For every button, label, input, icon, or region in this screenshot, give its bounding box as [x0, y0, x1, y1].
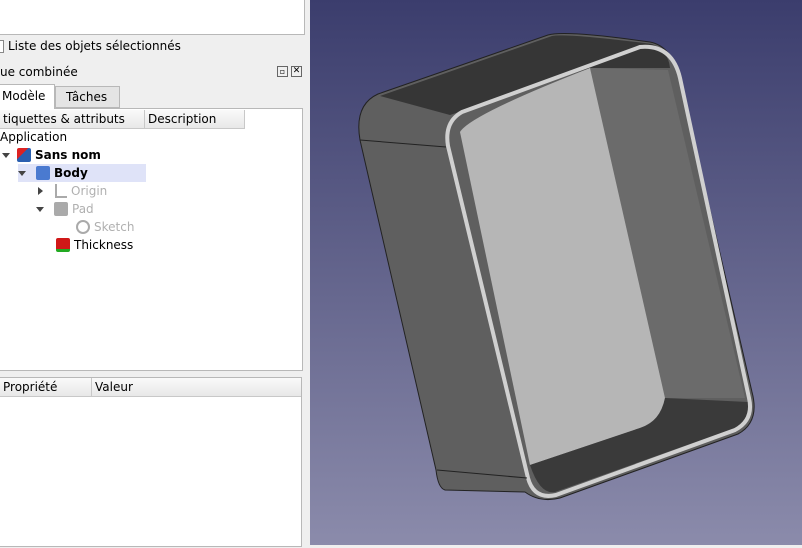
- thickness-icon: [56, 238, 70, 252]
- tree-item-label: Sans nom: [35, 148, 101, 162]
- tree-item-sketch[interactable]: Sketch: [76, 218, 134, 236]
- expand-arrow-icon[interactable]: [2, 152, 10, 158]
- document-icon: [17, 148, 31, 162]
- tree-item-pad[interactable]: Pad: [36, 200, 94, 218]
- tree-item-label: Pad: [72, 202, 94, 216]
- tree-item-label: Body: [54, 166, 88, 180]
- tab-taches[interactable]: Tâches: [55, 86, 120, 108]
- thickness-solid-model[interactable]: [310, 0, 802, 545]
- combo-view-panel: Liste des objets sélectionnés ue combiné…: [0, 0, 310, 547]
- column-labels[interactable]: tiquettes & attributs: [0, 110, 145, 128]
- column-description[interactable]: Description: [145, 110, 245, 128]
- column-value[interactable]: Valeur: [92, 378, 301, 396]
- float-icon[interactable]: ▫: [277, 66, 288, 77]
- tab-label: Modèle: [2, 89, 46, 103]
- origin-icon: [55, 184, 67, 198]
- tree-root[interactable]: Application: [0, 128, 67, 146]
- tree-view[interactable]: tiquettes & attributs Description Applic…: [0, 108, 303, 371]
- expand-arrow-icon[interactable]: [36, 206, 44, 212]
- tree-item-origin[interactable]: Origin: [38, 182, 107, 200]
- panel-title-text: ue combinée: [0, 65, 78, 79]
- body-icon: [36, 166, 50, 180]
- selection-list-toggle[interactable]: Liste des objets sélectionnés: [0, 37, 181, 55]
- tree-item-label: Origin: [71, 184, 108, 198]
- tree-item-body[interactable]: Body: [18, 164, 146, 182]
- tab-modele[interactable]: Modèle: [0, 84, 55, 109]
- selection-view-area: [0, 0, 305, 35]
- expand-arrow-icon[interactable]: [18, 170, 26, 176]
- collapse-arrow-icon[interactable]: [38, 187, 43, 195]
- checkbox[interactable]: [0, 39, 4, 53]
- 3d-viewport[interactable]: [310, 0, 802, 545]
- tree-item-label: Thickness: [74, 238, 134, 252]
- tree-root-label: Application: [0, 130, 68, 144]
- property-header: Propriété Valeur: [0, 378, 301, 397]
- close-icon[interactable]: ✕: [291, 66, 302, 77]
- tree-header: tiquettes & attributs Description: [0, 110, 245, 129]
- tree-item-label: Sketch: [94, 220, 135, 234]
- tree-item-sans-nom[interactable]: Sans nom: [2, 146, 101, 164]
- property-view[interactable]: Propriété Valeur: [0, 377, 302, 547]
- tree-item-thickness[interactable]: Thickness: [56, 236, 133, 254]
- panel-title: ue combinée: [0, 63, 78, 81]
- tab-label: Tâches: [66, 90, 108, 104]
- sketch-icon: [76, 220, 90, 234]
- pad-icon: [54, 202, 68, 216]
- column-property[interactable]: Propriété: [0, 378, 92, 396]
- checkbox-label: Liste des objets sélectionnés: [8, 39, 181, 53]
